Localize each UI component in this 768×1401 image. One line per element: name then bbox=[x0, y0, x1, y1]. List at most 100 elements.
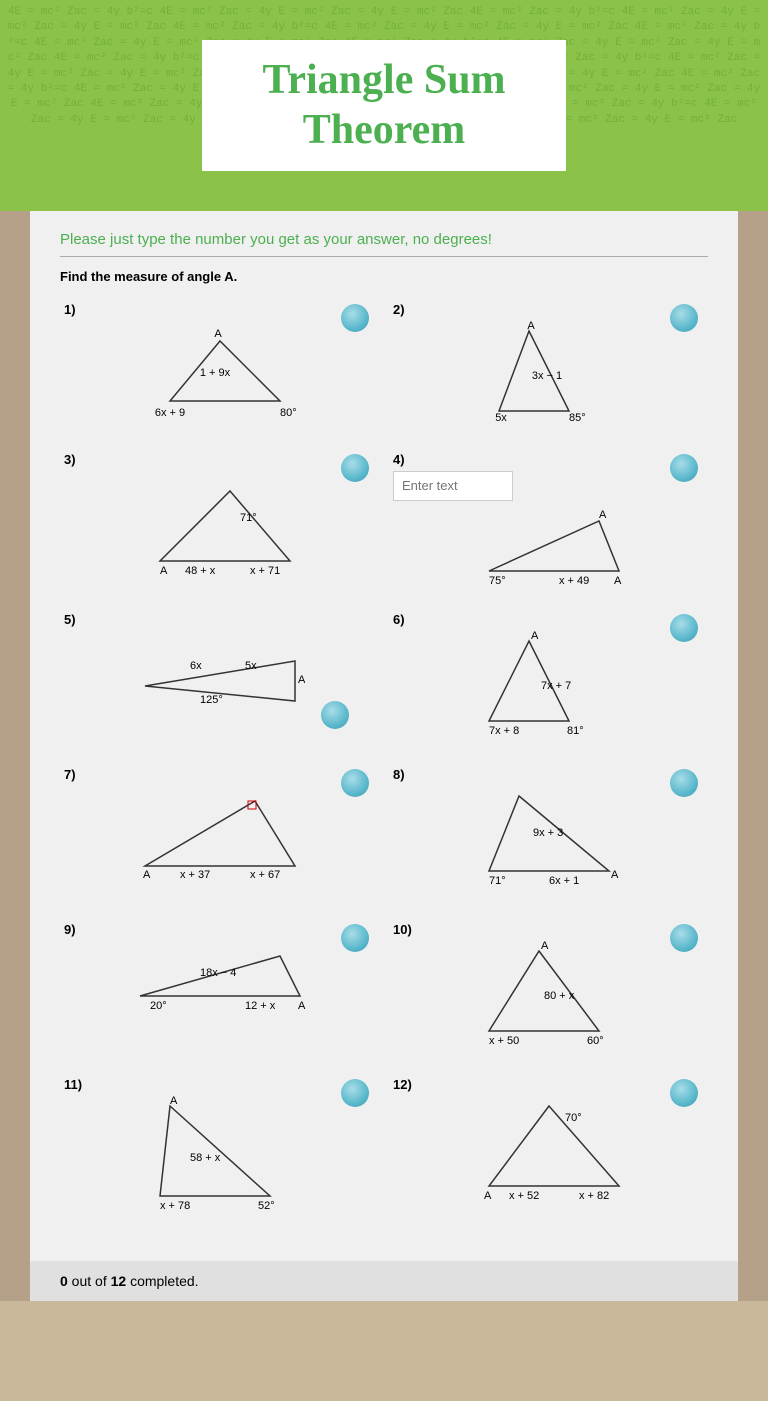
svg-text:A: A bbox=[484, 1190, 492, 1202]
title-line1: Triangle Sum bbox=[262, 57, 505, 103]
svg-text:x + 49: x + 49 bbox=[559, 575, 589, 586]
problem-9-number: 9) bbox=[64, 922, 375, 937]
triangle-12: 70° A x + 52 x + 82 bbox=[469, 1096, 629, 1206]
problem-2: 2) A 3x − 1 5x 85° bbox=[389, 294, 708, 434]
answer-bubble-1[interactable] bbox=[341, 304, 369, 332]
problem-10-number: 10) bbox=[393, 922, 704, 937]
triangle-2: A 3x − 1 5x 85° bbox=[469, 321, 629, 426]
svg-text:60°: 60° bbox=[587, 1035, 604, 1047]
problem-10: 10) A 80 + x x + 50 60° bbox=[389, 914, 708, 1059]
triangle-10: A 80 + x x + 50 60° bbox=[469, 941, 629, 1051]
instruction-text: Please just type the number you get as y… bbox=[60, 231, 708, 248]
svg-text:A: A bbox=[143, 869, 151, 881]
triangle-8: 9x + 3 71° 6x + 1 A bbox=[469, 786, 629, 896]
answer-bubble-9[interactable] bbox=[341, 924, 369, 952]
svg-text:6x: 6x bbox=[190, 660, 202, 672]
progress-area: 0 out of 12 completed. bbox=[30, 1261, 738, 1301]
svg-text:7x + 7: 7x + 7 bbox=[541, 680, 571, 692]
problem-1: 1) A 1 + 9x 6x + 9 80° bbox=[60, 294, 379, 434]
triangle-3: 71° A 48 + x x + 71 bbox=[140, 471, 300, 581]
problem-3: 3) 71° A 48 + x x + 71 bbox=[60, 444, 379, 594]
page-title: Triangle Sum Theorem bbox=[262, 55, 505, 156]
svg-text:58 + x: 58 + x bbox=[190, 1152, 221, 1164]
problem-7: 7) A x + 37 x + 67 bbox=[60, 759, 379, 904]
answer-bubble-6[interactable] bbox=[670, 614, 698, 642]
find-angle-label: Find the measure of angle A. bbox=[60, 269, 708, 284]
svg-text:1 + 9x: 1 + 9x bbox=[199, 367, 230, 379]
svg-text:x + 37: x + 37 bbox=[180, 869, 210, 881]
problem-2-number: 2) bbox=[393, 302, 704, 317]
answer-bubble-8[interactable] bbox=[670, 769, 698, 797]
problem-1-number: 1) bbox=[64, 302, 375, 317]
problem-11: 11) A 58 + x x + 78 52° bbox=[60, 1069, 379, 1224]
answer-bubble-12[interactable] bbox=[670, 1079, 698, 1107]
problem-5: 5) A 6x 5x 125° bbox=[60, 604, 379, 749]
svg-text:125°: 125° bbox=[200, 694, 223, 706]
header-section: 4E = mc² Zac = 4y b²=c 4E = mc² Zac = 4y… bbox=[0, 0, 768, 211]
triangle-1: A 1 + 9x 6x + 9 80° bbox=[140, 321, 300, 421]
triangle-7: A x + 37 x + 67 bbox=[135, 786, 305, 886]
svg-text:x + 78: x + 78 bbox=[160, 1200, 190, 1212]
svg-text:A: A bbox=[298, 1000, 306, 1012]
answer-bubble-11[interactable] bbox=[341, 1079, 369, 1107]
svg-text:75°: 75° bbox=[489, 575, 506, 586]
svg-text:A: A bbox=[599, 509, 607, 521]
problem-12-number: 12) bbox=[393, 1077, 704, 1092]
svg-text:52°: 52° bbox=[258, 1200, 275, 1212]
answer-bubble-7[interactable] bbox=[341, 769, 369, 797]
svg-text:18x − 4: 18x − 4 bbox=[200, 967, 236, 979]
svg-text:12 + x: 12 + x bbox=[245, 1000, 276, 1012]
svg-text:A: A bbox=[614, 575, 622, 586]
svg-text:5x: 5x bbox=[495, 412, 507, 424]
svg-text:85°: 85° bbox=[569, 412, 586, 424]
main-content: Please just type the number you get as y… bbox=[30, 211, 738, 1261]
svg-text:A: A bbox=[214, 328, 222, 340]
triangle-11: A 58 + x x + 78 52° bbox=[140, 1096, 300, 1216]
svg-text:x + 82: x + 82 bbox=[579, 1190, 609, 1202]
divider bbox=[60, 256, 708, 257]
svg-text:20°: 20° bbox=[150, 1000, 167, 1012]
problem-3-number: 3) bbox=[64, 452, 375, 467]
svg-text:70°: 70° bbox=[565, 1112, 582, 1124]
svg-text:x + 67: x + 67 bbox=[250, 869, 280, 881]
answer-input-4[interactable] bbox=[393, 471, 513, 501]
problem-9: 9) 20° 18x − 4 12 + x A bbox=[60, 914, 379, 1059]
svg-text:3x − 1: 3x − 1 bbox=[531, 370, 561, 382]
svg-text:80 + x: 80 + x bbox=[544, 990, 575, 1002]
problem-11-number: 11) bbox=[64, 1077, 375, 1092]
problem-4: 4) A 75° x + 49 A bbox=[389, 444, 708, 594]
svg-text:A: A bbox=[611, 869, 619, 881]
problem-5-number: 5) bbox=[64, 612, 375, 627]
svg-text:81°: 81° bbox=[567, 725, 584, 737]
svg-text:A: A bbox=[298, 674, 305, 686]
answer-bubble-2[interactable] bbox=[670, 304, 698, 332]
svg-text:A: A bbox=[541, 941, 549, 952]
svg-text:A: A bbox=[160, 565, 168, 577]
svg-text:71°: 71° bbox=[240, 512, 257, 524]
problem-8-number: 8) bbox=[393, 767, 704, 782]
answer-bubble-5[interactable] bbox=[321, 701, 349, 729]
problem-6: 6) A 7x + 7 7x + 8 81° bbox=[389, 604, 708, 749]
problem-12: 12) 70° A x + 52 x + 82 bbox=[389, 1069, 708, 1224]
svg-text:A: A bbox=[170, 1096, 178, 1107]
svg-text:6x + 9: 6x + 9 bbox=[154, 407, 184, 419]
title-line2: Theorem bbox=[303, 107, 466, 153]
svg-text:71°: 71° bbox=[489, 875, 506, 887]
svg-text:5x: 5x bbox=[245, 660, 257, 672]
problem-6-number: 6) bbox=[393, 612, 704, 627]
triangle-5: A 6x 5x 125° bbox=[135, 631, 305, 731]
svg-text:x + 71: x + 71 bbox=[250, 565, 280, 577]
problem-7-number: 7) bbox=[64, 767, 375, 782]
svg-text:A: A bbox=[527, 321, 535, 332]
svg-text:80°: 80° bbox=[280, 407, 297, 419]
problems-grid: 1) A 1 + 9x 6x + 9 80° 2) A 3x − 1 5x 85… bbox=[60, 294, 708, 1224]
answer-bubble-3[interactable] bbox=[341, 454, 369, 482]
answer-bubble-10[interactable] bbox=[670, 924, 698, 952]
triangle-9: 20° 18x − 4 12 + x A bbox=[130, 941, 310, 1021]
svg-text:9x + 3: 9x + 3 bbox=[533, 827, 563, 839]
problem-4-number: 4) bbox=[393, 452, 704, 467]
answer-bubble-4[interactable] bbox=[670, 454, 698, 482]
svg-text:48 + x: 48 + x bbox=[185, 565, 216, 577]
svg-text:A: A bbox=[531, 631, 539, 642]
svg-text:6x + 1: 6x + 1 bbox=[549, 875, 579, 887]
